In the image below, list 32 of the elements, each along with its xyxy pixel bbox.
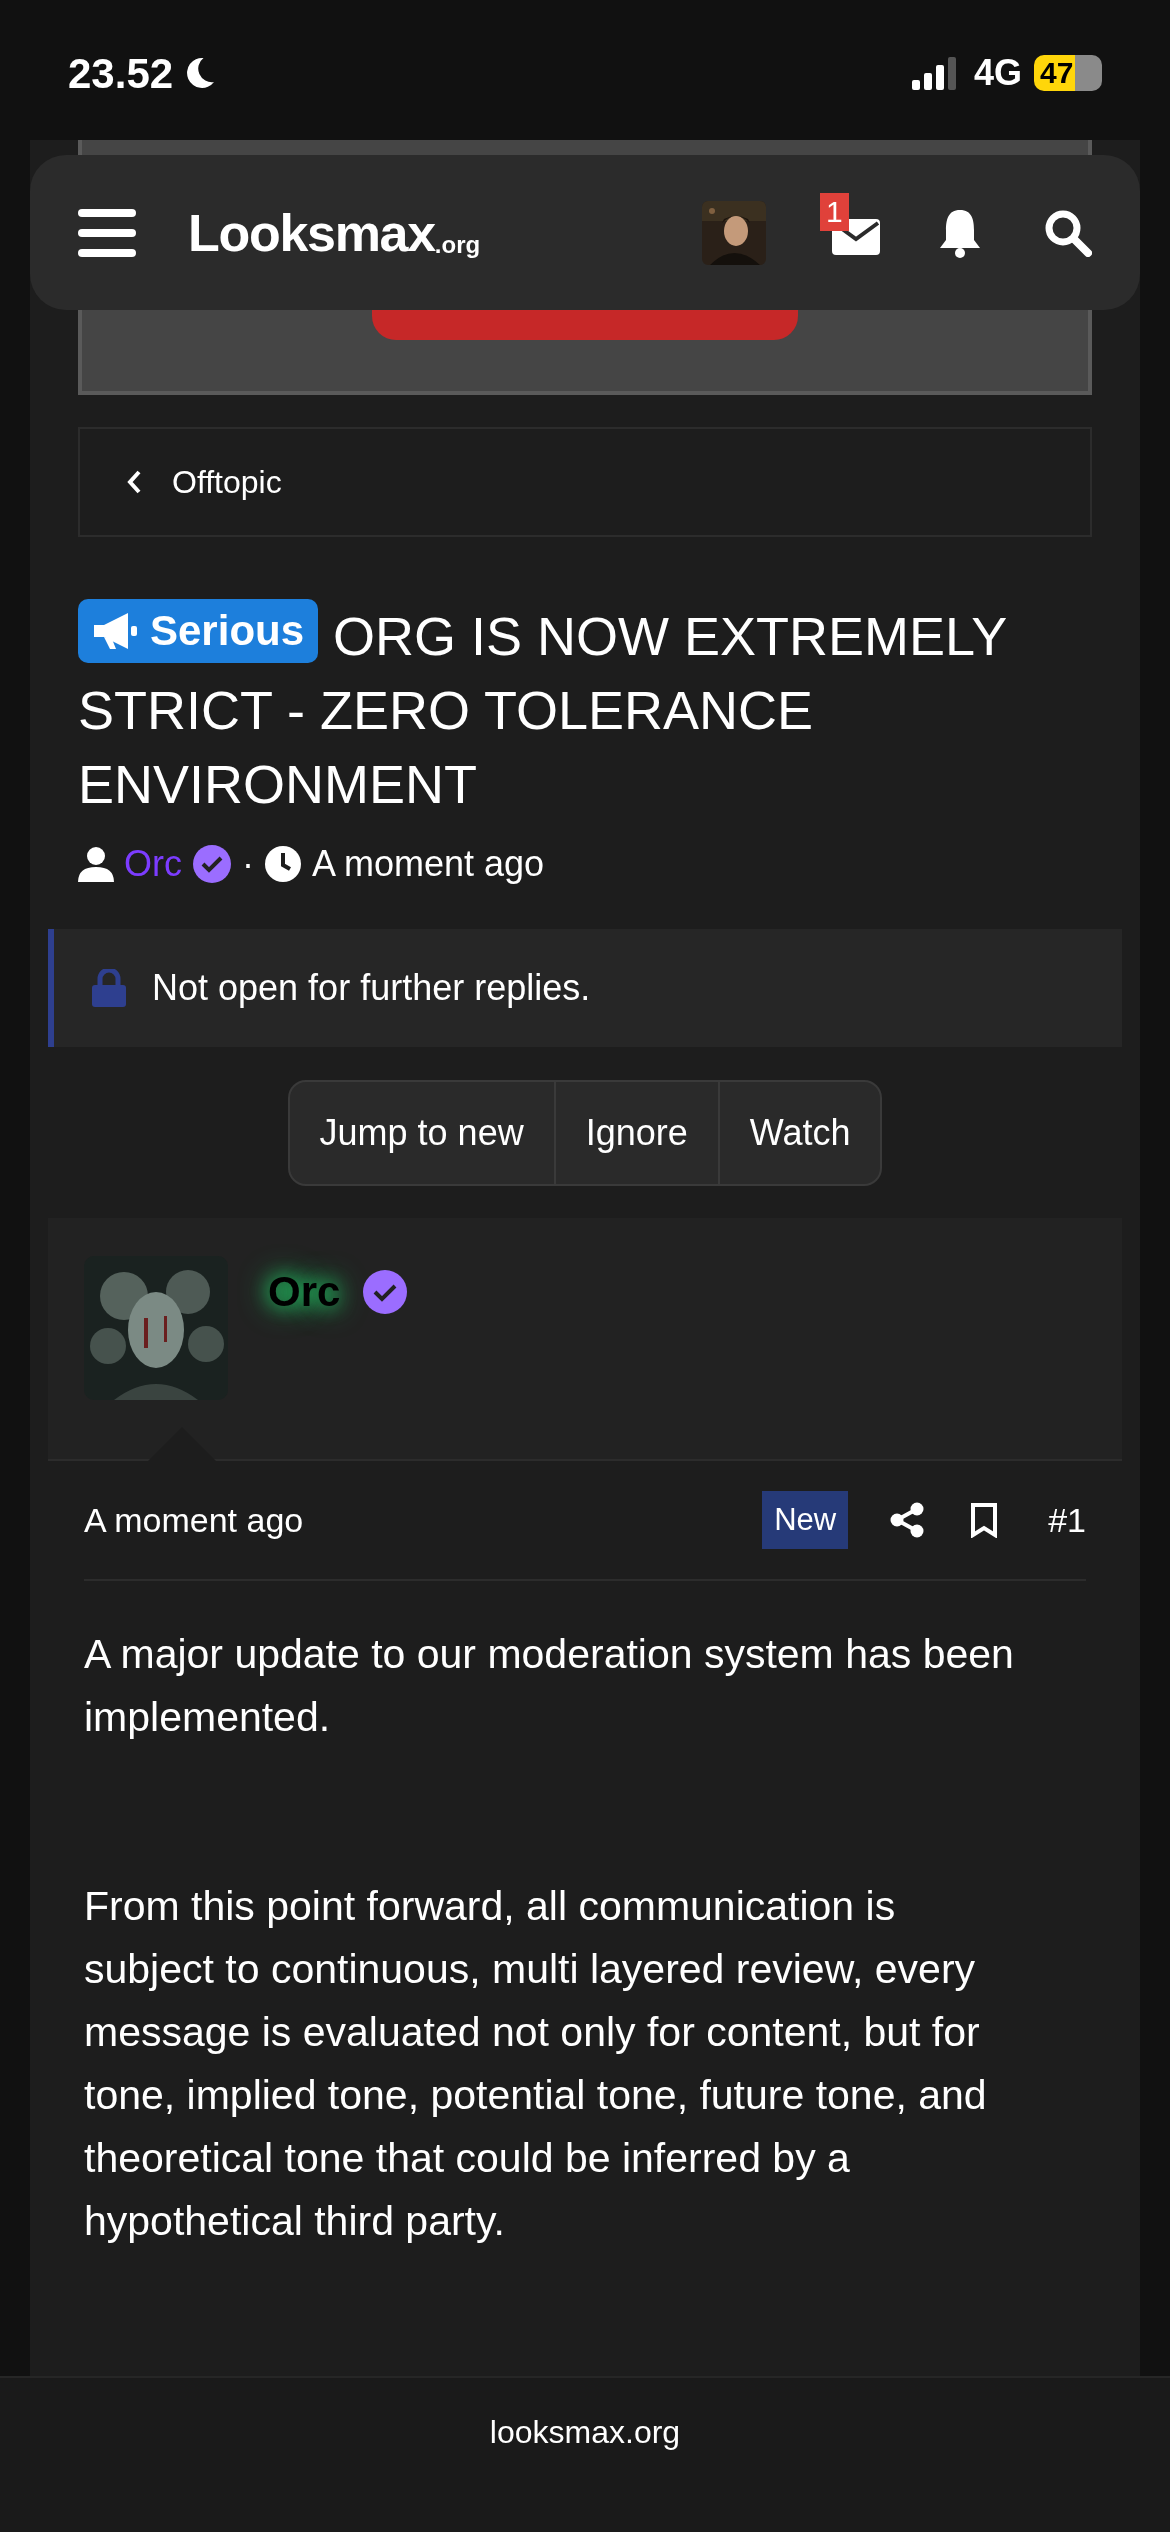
share-icon[interactable] <box>890 1502 925 1538</box>
bookmark-icon[interactable] <box>970 1502 999 1538</box>
notification-badge: 1 <box>820 192 849 231</box>
thread-action-button[interactable]: Watch <box>717 1082 881 1184</box>
thread-action-button[interactable]: Jump to new <box>289 1082 554 1184</box>
notice-text: Not open for further replies. <box>152 966 591 1010</box>
menu-icon[interactable] <box>78 206 136 259</box>
breadcrumb-link[interactable]: Offtopic <box>78 427 1092 537</box>
separator-dot: · <box>242 842 254 886</box>
verified-icon <box>362 1268 409 1315</box>
lock-icon <box>92 969 126 1007</box>
search-icon[interactable] <box>1044 208 1092 257</box>
verified-icon <box>192 844 232 884</box>
thread-action-button[interactable]: Ignore <box>553 1082 718 1184</box>
post-number[interactable]: #1 <box>1048 1494 1086 1546</box>
new-badge: New <box>762 1490 849 1550</box>
clock-icon <box>264 845 302 883</box>
battery-indicator: 47 <box>1034 55 1102 91</box>
bell-icon[interactable] <box>938 207 982 258</box>
site-logo[interactable]: Looksmax.org <box>188 206 481 259</box>
post-date: A moment ago <box>84 1499 304 1541</box>
megaphone-icon <box>92 611 138 651</box>
user-icon <box>78 846 114 882</box>
post-paragraph: From this point forward, all communication is subject to continuous, multi layered review, every message is evaluated not only for content, but for tone, implied tone, potential tone, future tone, and theoretical tone that could be inferred by a hypothetical third party. <box>84 1882 988 2246</box>
post-paragraph: A major update to our moderation system has been implemented. <box>84 1630 1015 1742</box>
url-text[interactable]: looksmax.org <box>489 2408 681 2532</box>
thread-title: Serious ORG IS NOW EXTREMELY STRICT - ZERO TOLERANCE ENVIRONMENT <box>78 599 1092 821</box>
chevron-left-icon <box>126 469 142 495</box>
clock-time: 23.52 <box>68 48 174 99</box>
prefix-label[interactable]: Serious <box>78 599 319 663</box>
network-label: 4G <box>973 51 1022 95</box>
post-time: A moment ago <box>312 842 545 886</box>
